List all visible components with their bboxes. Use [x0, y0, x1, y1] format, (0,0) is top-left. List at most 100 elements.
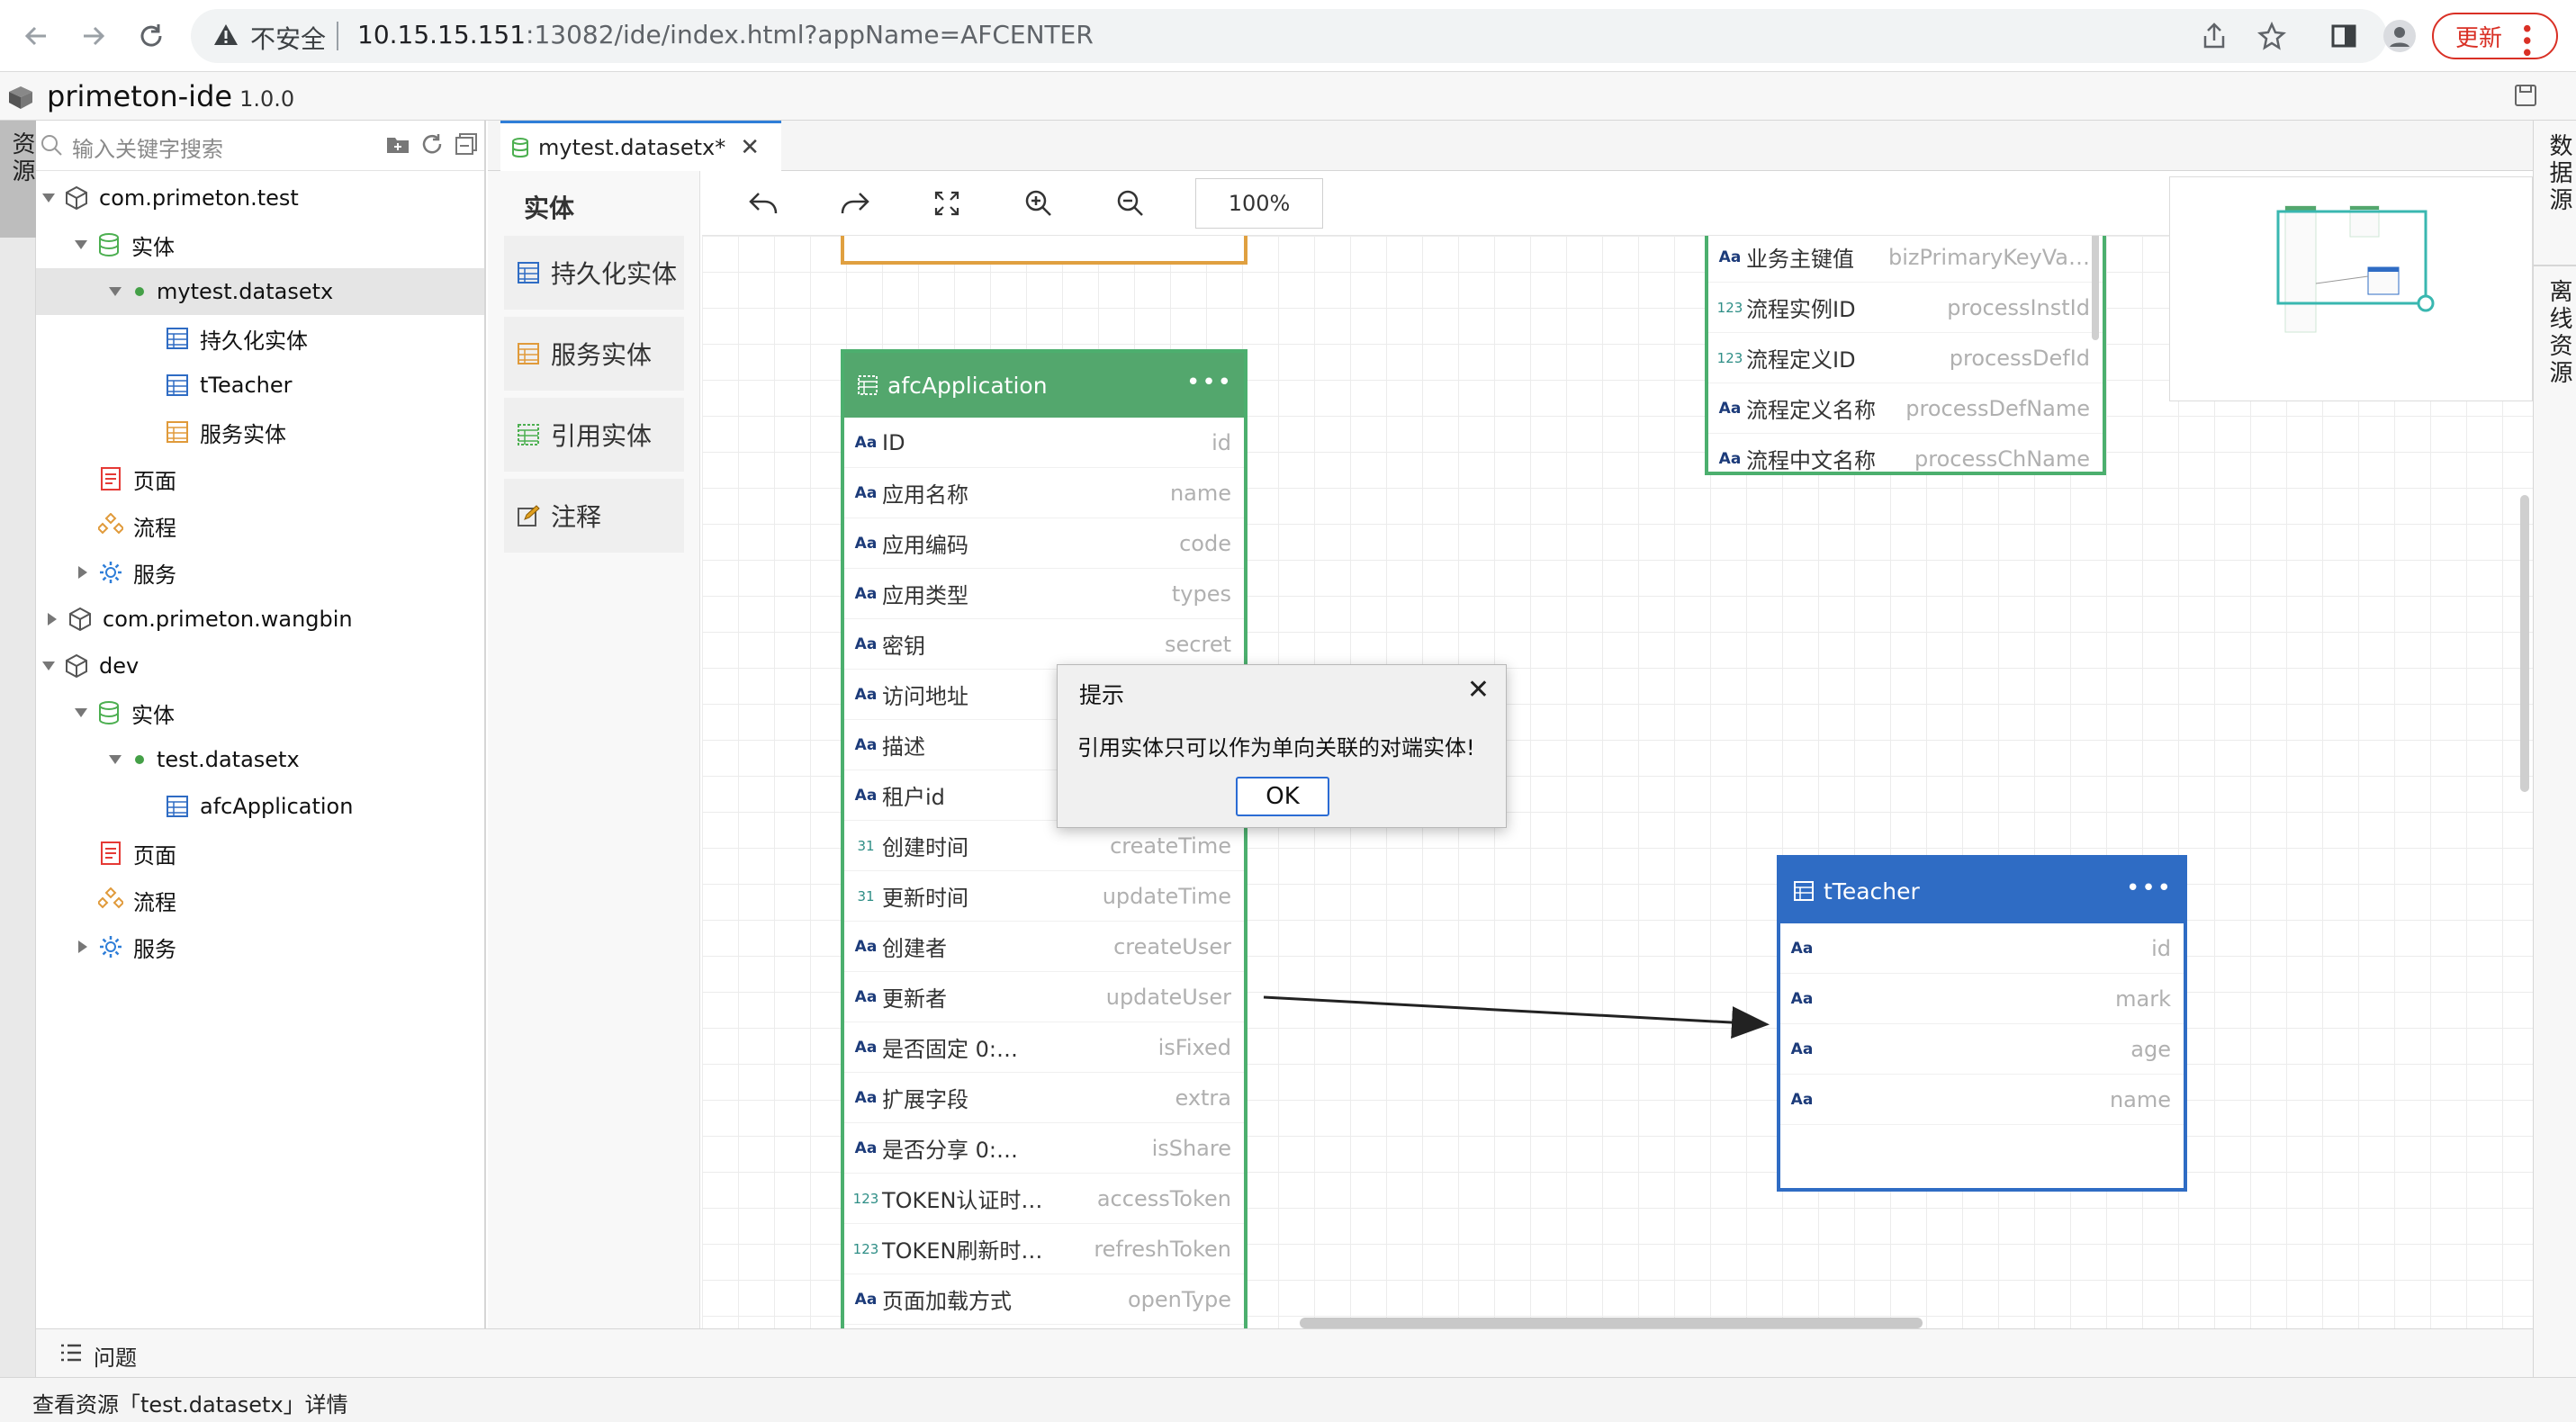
collapsed-arrow-icon[interactable] [76, 565, 90, 580]
app-title: primeton-ide 1.0.0 [47, 79, 294, 113]
tree-item-persistent-entity[interactable]: 持久化实体 [36, 315, 484, 362]
tree-label: 服务 [133, 562, 176, 588]
tree-folder-flow[interactable]: 流程 [36, 877, 484, 923]
tree-label: 持久化实体 [200, 328, 308, 354]
tree-label: 实体 [131, 702, 175, 728]
palette-reference-entity[interactable]: 引用实体 [504, 398, 684, 472]
new-folder-icon[interactable] [385, 131, 410, 160]
zoom-out-icon[interactable] [1112, 185, 1148, 221]
insecure-label: 不安全 [250, 24, 327, 54]
datasource-tab[interactable]: 数据源 [2543, 133, 2576, 214]
close-icon[interactable]: ✕ [740, 134, 760, 161]
expanded-arrow-icon[interactable] [74, 238, 88, 252]
warning-icon[interactable] [212, 22, 239, 52]
tree-label: dev [99, 653, 140, 679]
tree-folder-service[interactable]: 服务 [36, 923, 484, 970]
minimap[interactable] [2169, 176, 2533, 401]
profile-avatar-icon[interactable] [2382, 18, 2418, 54]
table-dashed-green-icon [517, 421, 544, 448]
undo-icon[interactable] [745, 185, 781, 221]
address-bar[interactable]: 不安全 10.15.15.151:13082/ide/index.html?ap… [191, 9, 2387, 63]
bookmark-star-icon[interactable] [2254, 18, 2290, 54]
tree-project-com-primeton-test[interactable]: com.primeton.test [36, 175, 484, 221]
expanded-arrow-icon[interactable] [41, 659, 56, 673]
tree-tools [385, 131, 479, 160]
palette-label: 注释 [551, 502, 602, 532]
table-orange-icon [164, 418, 191, 446]
dialog-title: 提示 [1079, 682, 1125, 708]
canvas-toolbar: 100% [702, 171, 2169, 236]
offline-resources-tab[interactable]: 离线资源 [2543, 279, 2576, 387]
canvas-vertical-scrollbar[interactable] [2520, 495, 2529, 792]
table-icon [164, 325, 191, 352]
update-button[interactable]: 更新 ••• [2432, 13, 2558, 59]
search-icon [40, 133, 63, 160]
zoom-in-icon[interactable] [1021, 185, 1057, 221]
tree-folder-flow[interactable]: 流程 [36, 502, 484, 549]
database-icon [511, 137, 529, 158]
page-icon [97, 465, 124, 492]
tree-label: 页面 [133, 842, 176, 868]
side-panel-icon[interactable] [2326, 18, 2362, 54]
tree-item-service-entity[interactable]: 服务实体 [36, 409, 484, 455]
resources-tab[interactable]: 资源 [0, 121, 36, 238]
list-icon [59, 1342, 83, 1367]
collapsed-arrow-icon[interactable] [45, 612, 59, 626]
package-cube-icon [67, 606, 94, 633]
expanded-arrow-icon[interactable] [108, 752, 122, 767]
palette-service-entity[interactable]: 服务实体 [504, 317, 684, 391]
search-input[interactable]: 输入关键字搜索 [72, 131, 223, 163]
tree-folder-page[interactable]: 页面 [36, 830, 484, 877]
tree-file-test-datasetx[interactable]: test.datasetx [36, 736, 484, 783]
url-host: 10.15.15.151 [357, 20, 527, 50]
expanded-arrow-icon[interactable] [41, 191, 56, 205]
refresh-icon[interactable] [419, 131, 445, 160]
share-icon[interactable] [2196, 18, 2232, 54]
collapse-all-icon[interactable] [454, 131, 479, 160]
reload-icon[interactable] [131, 16, 171, 56]
note-edit-icon [517, 502, 544, 529]
problems-label: 问题 [94, 1346, 137, 1371]
right-activity-strip: 数据源 离线资源 [2533, 121, 2576, 1377]
close-icon[interactable]: ✕ [1467, 674, 1490, 706]
save-icon[interactable] [2513, 83, 2538, 112]
expanded-arrow-icon[interactable] [74, 706, 88, 720]
tree-label: com.primeton.test [99, 185, 299, 211]
ok-button[interactable]: OK [1236, 777, 1329, 816]
tree-file-mytest-datasetx[interactable]: mytest.datasetx [36, 268, 484, 315]
expanded-arrow-icon[interactable] [108, 284, 122, 299]
status-text: 查看资源「test.datasetx」详情 [32, 1392, 348, 1418]
tree-folder-entity[interactable]: 实体 [36, 221, 484, 268]
tree-label: 页面 [133, 468, 176, 494]
problems-panel-bar[interactable]: 问题 [36, 1328, 2533, 1377]
url-text[interactable]: 10.15.15.151:13082/ide/index.html?appNam… [357, 20, 1094, 50]
palette-persistent-entity[interactable]: 持久化实体 [504, 236, 684, 310]
modified-dot-icon [135, 287, 144, 296]
tree-label: mytest.datasetx [157, 279, 334, 304]
gear-icon [97, 933, 124, 960]
tree-label: 流程 [133, 889, 176, 915]
tab-mytest-datasetx[interactable]: mytest.datasetx* ✕ [500, 121, 782, 171]
tree-project-com-primeton-wangbin[interactable]: com.primeton.wangbin [36, 596, 484, 643]
tree-folder-page[interactable]: 页面 [36, 455, 484, 502]
tree-search-bar[interactable]: 输入关键字搜索 [36, 121, 484, 171]
tree-item-tteacher[interactable]: tTeacher [36, 362, 484, 409]
palette-comment[interactable]: 注释 [504, 479, 684, 553]
fullscreen-icon[interactable] [929, 185, 965, 221]
zoom-level-field[interactable]: 100% [1195, 178, 1323, 229]
forward-arrow-icon[interactable] [74, 16, 113, 56]
collapsed-arrow-icon[interactable] [76, 940, 90, 954]
tree-label: 服务实体 [200, 421, 286, 447]
tree-folder-service[interactable]: 服务 [36, 549, 484, 596]
tree-project-dev[interactable]: dev [36, 643, 484, 689]
canvas-horizontal-scrollbar[interactable] [1300, 1318, 1923, 1328]
url-path: :13082/ide/index.html?appName=AFCENTER [526, 20, 1094, 50]
package-cube-icon [63, 184, 90, 212]
package-cube-icon [63, 652, 90, 680]
tree-folder-entity[interactable]: 实体 [36, 689, 484, 736]
database-icon [95, 699, 122, 726]
back-arrow-icon[interactable] [16, 16, 56, 56]
tree-item-afcapplication[interactable]: afcApplication [36, 783, 484, 830]
table-orange-icon [517, 340, 544, 367]
redo-icon[interactable] [837, 185, 873, 221]
